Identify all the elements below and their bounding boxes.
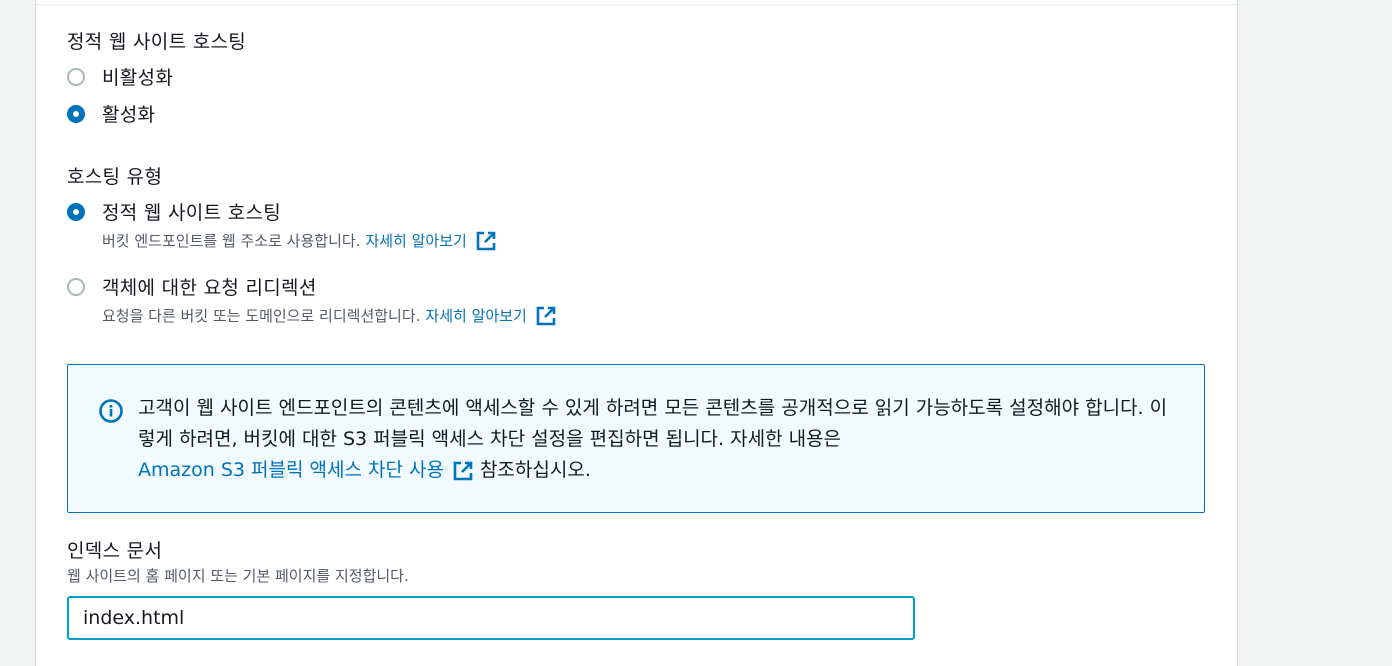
info-icon [98, 398, 124, 424]
block-public-access-link[interactable]: Amazon S3 퍼블릭 액세스 차단 사용 [138, 455, 444, 486]
radio-enable-label: 활성화 [102, 104, 156, 126]
radio-disable[interactable] [67, 68, 85, 86]
static-hosting-desc-text: 버킷 엔드포인트를 웹 주소로 사용합니다. [102, 232, 361, 250]
radio-disable-label: 비활성화 [102, 67, 174, 89]
redirect-desc-text: 요청을 다른 버킷 또는 도메인으로 리디렉션합니다. [102, 307, 421, 325]
radio-disable-row[interactable]: 비활성화 [67, 66, 173, 90]
learn-more-link-redirect[interactable]: 자세히 알아보기 [425, 306, 526, 326]
info-alert-body: 고객이 웹 사이트 엔드포인트의 콘텐츠에 액세스할 수 있게 하려면 모든 콘… [138, 397, 1168, 450]
radio-static-hosting[interactable] [67, 203, 85, 221]
index-document-desc: 웹 사이트의 홈 페이지 또는 기본 페이지를 지정합니다. [67, 567, 409, 585]
radio-redirect-row[interactable]: 객체에 대한 요청 리디렉션 요청을 다른 버킷 또는 도메인으로 리디렉션합니… [67, 276, 557, 327]
radio-redirect-desc: 요청을 다른 버킷 또는 도메인으로 리디렉션합니다. 자세히 알아보기 [102, 305, 557, 327]
radio-static-hosting-label: 정적 웹 사이트 호스팅 [102, 202, 282, 224]
index-document-label: 인덱스 문서 [67, 540, 163, 562]
radio-static-hosting-desc: 버킷 엔드포인트를 웹 주소로 사용합니다. 자세히 알아보기 [102, 230, 497, 252]
external-link-icon[interactable] [452, 460, 474, 482]
external-link-icon[interactable] [535, 305, 557, 327]
radio-enable[interactable] [67, 105, 85, 123]
static-hosting-label: 정적 웹 사이트 호스팅 [67, 31, 247, 53]
info-alert-text: 고객이 웹 사이트 엔드포인트의 콘텐츠에 액세스할 수 있게 하려면 모든 콘… [138, 393, 1178, 486]
hosting-type-label: 호스팅 유형 [67, 166, 163, 188]
index-document-input[interactable] [67, 596, 915, 640]
radio-redirect-label: 객체에 대한 요청 리디렉션 [102, 277, 317, 299]
properties-panel: 정적 웹 사이트 호스팅 비활성화 활성화 호스팅 유형 정적 웹 사이트 호스… [35, 0, 1238, 666]
external-link-icon[interactable] [475, 230, 497, 252]
panel-divider [36, 0, 1237, 5]
learn-more-link-static[interactable]: 자세히 알아보기 [365, 231, 466, 251]
info-alert-suffix: 참조하십시오. [479, 459, 591, 481]
radio-redirect[interactable] [67, 278, 85, 296]
radio-static-hosting-row[interactable]: 정적 웹 사이트 호스팅 버킷 엔드포인트를 웹 주소로 사용합니다. 자세히 … [67, 201, 497, 252]
info-alert: 고객이 웹 사이트 엔드포인트의 콘텐츠에 액세스할 수 있게 하려면 모든 콘… [67, 364, 1205, 513]
radio-enable-row[interactable]: 활성화 [67, 103, 155, 127]
